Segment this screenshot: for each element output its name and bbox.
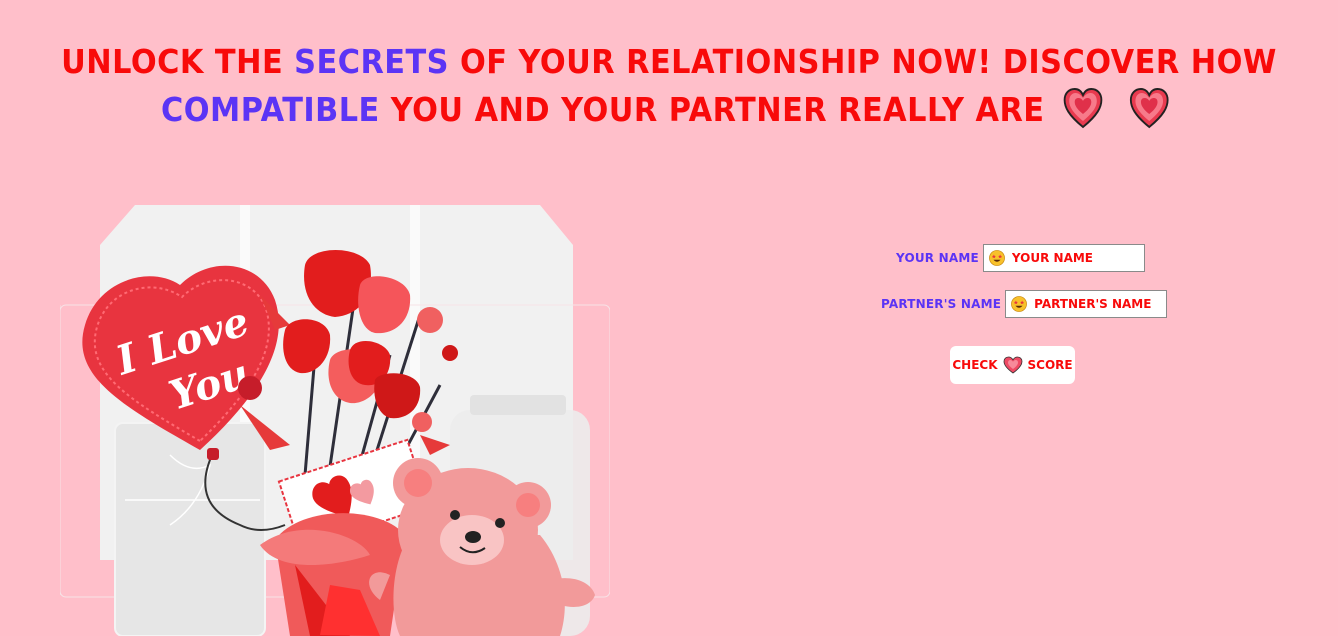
your-name-input[interactable] [1009, 250, 1144, 266]
star-struck-emoji-icon [1011, 296, 1028, 312]
headline-text-1: UNLOCK THE [61, 42, 295, 81]
headline-text-2: OF YOUR RELATIONSHIP NOW! DISCOVER HOW [448, 42, 1277, 81]
headline-highlight-secrets: SECRETS [294, 42, 449, 81]
headline-text-3: YOU AND YOUR PARTNER REALLY ARE [379, 90, 1045, 129]
your-name-label: YOUR NAME [896, 251, 979, 265]
partner-name-label: PARTNER'S NAME [881, 297, 1002, 311]
sparkling-heart-icon [1130, 87, 1169, 129]
your-name-row: YOUR NAME [896, 244, 1145, 272]
check-score-label-right: SCORE [1027, 358, 1073, 372]
your-name-field-wrapper[interactable] [982, 244, 1145, 272]
valentine-bouquet-illustration: I Love You [60, 205, 610, 636]
sparkling-heart-icon [1063, 87, 1103, 129]
partner-name-input[interactable] [1032, 296, 1167, 312]
partner-name-row: PARTNER'S NAME [881, 290, 1168, 318]
star-struck-emoji-icon [988, 250, 1005, 266]
check-score-button[interactable]: CHECK SCORE [950, 346, 1075, 384]
partner-name-field-wrapper[interactable] [1005, 290, 1168, 318]
page-headline: UNLOCK THE SECRETS OF YOUR RELATIONSHIP … [54, 38, 1285, 134]
check-score-label-left: CHECK [952, 358, 998, 372]
heart-icon [1003, 356, 1022, 374]
headline-highlight-compatible: COMPATIBLE [161, 90, 380, 129]
